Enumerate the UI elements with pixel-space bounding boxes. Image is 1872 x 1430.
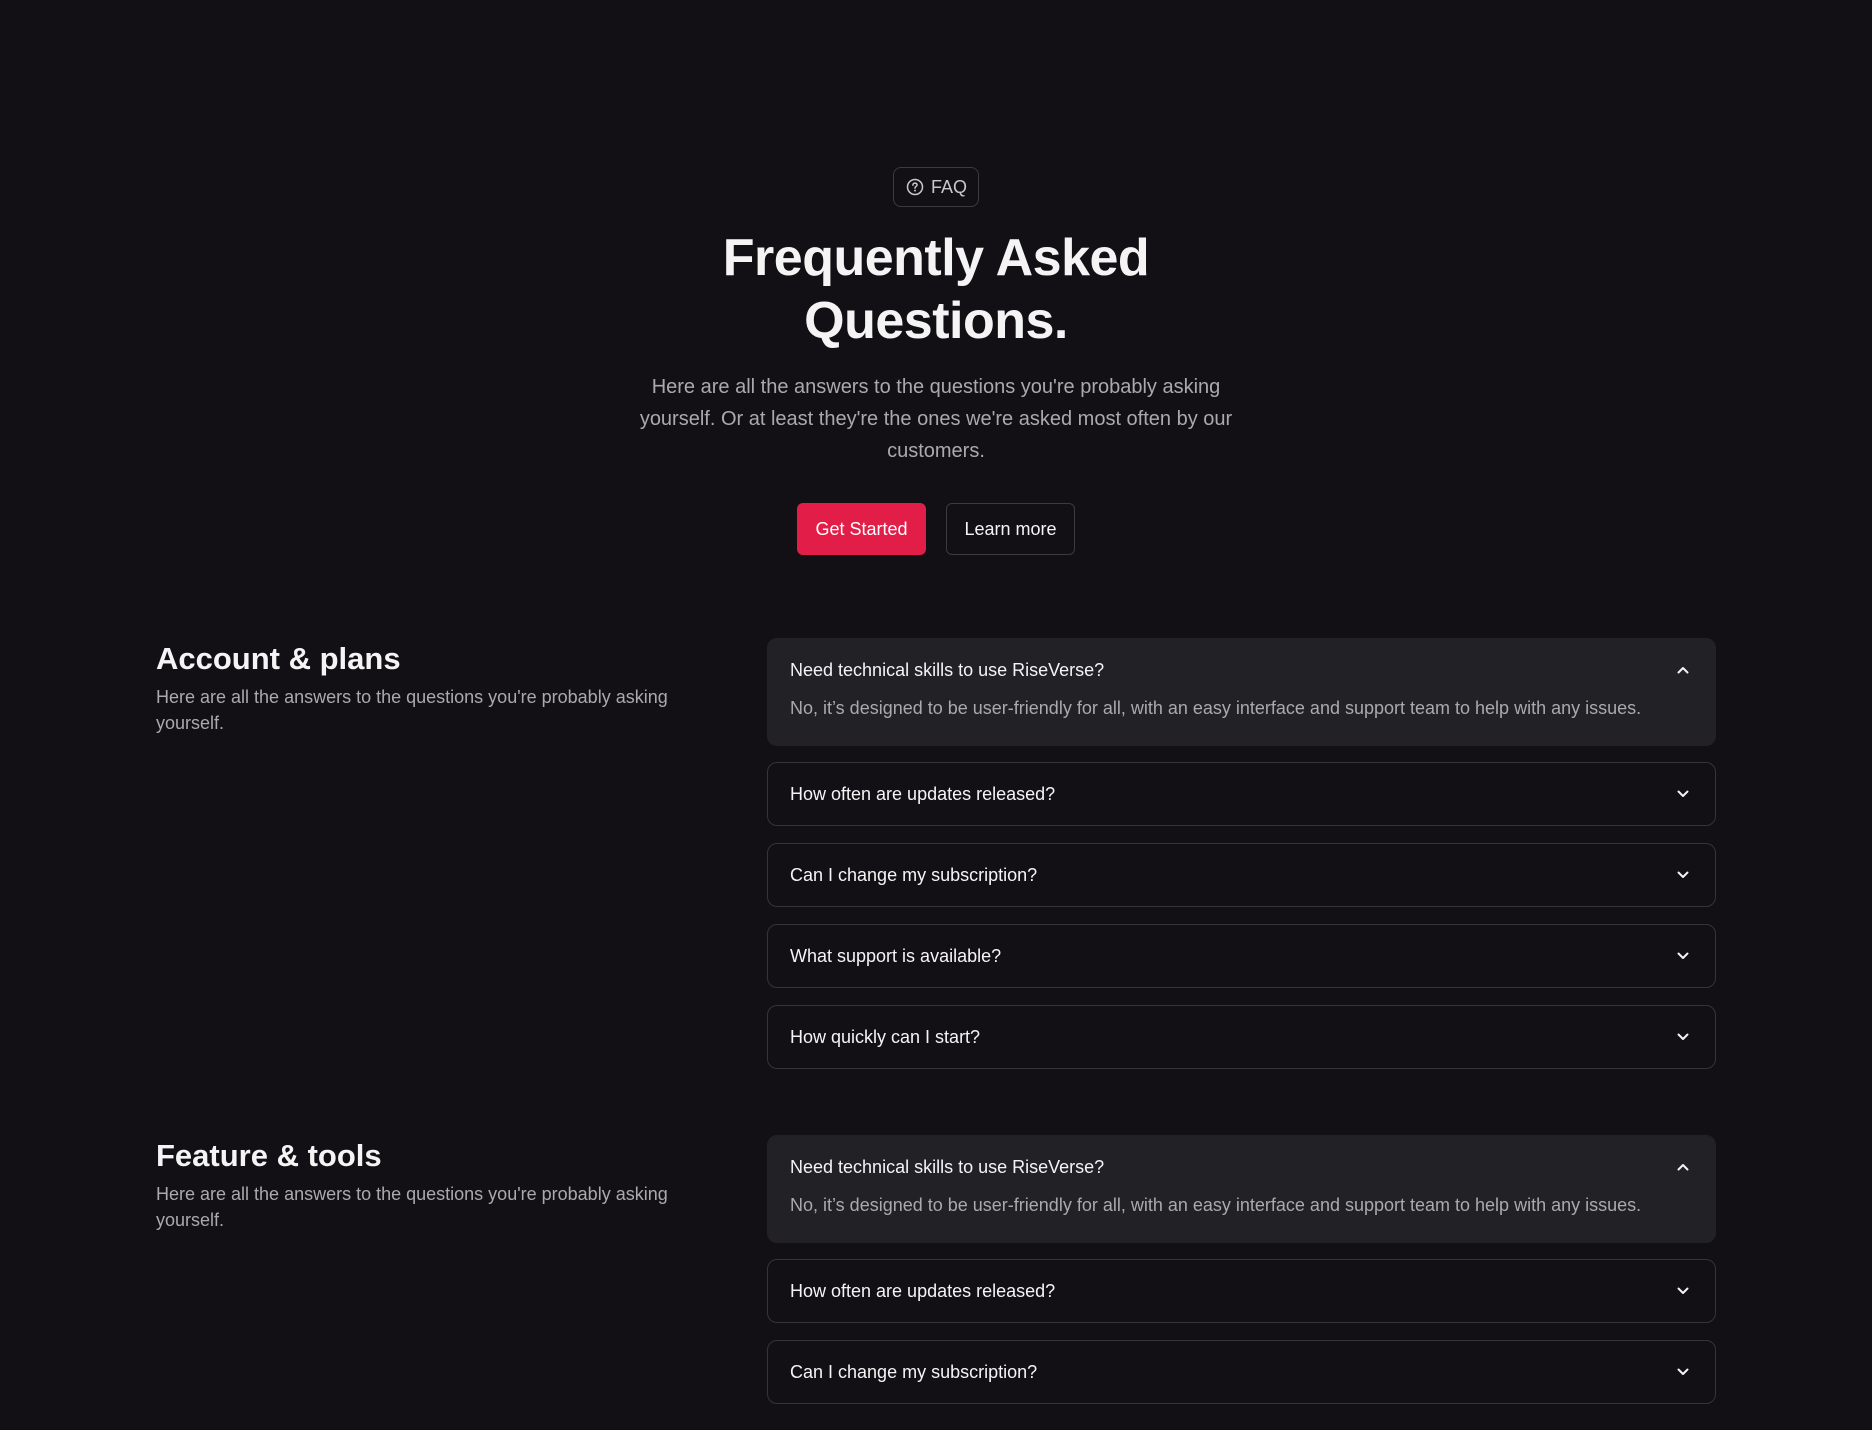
page-title: Frequently Asked Questions. [722, 229, 1150, 350]
faq-question: Need technical skills to use RiseVerse? [790, 1156, 1105, 1177]
faq-answer: No, it’s designed to be user-friendly fo… [790, 1195, 1642, 1215]
faq-question-toggle[interactable]: Can I change my subscription? [768, 844, 1715, 906]
section-title: Feature & tools [156, 1138, 382, 1173]
faq-question-toggle[interactable]: Need technical skills to use RiseVerse? [768, 639, 1715, 701]
faq-question: How quickly can I start? [790, 1026, 981, 1047]
faq-answer: No, it’s designed to be user-friendly fo… [790, 698, 1642, 718]
section-title: Account & plans [156, 641, 401, 676]
section-description: Here are all the answers to the question… [156, 687, 668, 733]
faq-question-toggle[interactable]: Need technical skills to use RiseVerse? [768, 1136, 1715, 1198]
chevron-up-icon[interactable] [1673, 1157, 1693, 1177]
chevron-down-icon[interactable] [1673, 1362, 1693, 1382]
faq-item[interactable]: How often are updates released? [767, 1259, 1716, 1323]
faq-list: Need technical skills to use RiseVerse? … [767, 1135, 1716, 1421]
faq-badge: FAQ [892, 167, 979, 207]
hero-buttons: Get Started Learn more [797, 503, 1075, 555]
faq-item[interactable]: Can I change my subscription? [767, 1340, 1716, 1404]
chevron-down-icon[interactable] [1673, 946, 1693, 966]
faq-item[interactable]: Can I change my subscription? [767, 843, 1716, 907]
faq-question: Can I change my subscription? [790, 864, 1038, 885]
faq-item[interactable]: What support is available? [767, 924, 1716, 988]
faq-question: How often are updates released? [790, 1280, 1056, 1301]
section-description: Here are all the answers to the question… [156, 1184, 668, 1230]
chevron-down-icon[interactable] [1673, 784, 1693, 804]
faq-question-toggle[interactable]: How quickly can I start? [768, 1006, 1715, 1068]
chevron-up-icon[interactable] [1673, 660, 1693, 680]
faq-question: What support is available? [790, 945, 1002, 966]
faq-question: Can I change my subscription? [790, 1361, 1038, 1382]
page-description: Here are all the answers to the question… [639, 376, 1233, 462]
faq-item[interactable]: How often are updates released? [767, 762, 1716, 826]
faq-question-toggle[interactable]: What support is available? [768, 925, 1715, 987]
chevron-down-icon[interactable] [1673, 1281, 1693, 1301]
hero: FAQ Frequently Asked Questions. Here are… [0, 167, 1872, 555]
get-started-button[interactable]: Get Started [797, 503, 926, 555]
faq-question-toggle[interactable]: How often are updates released? [768, 1260, 1715, 1322]
faq-list: Need technical skills to use RiseVerse? … [767, 638, 1716, 1086]
faq-question-toggle[interactable]: Can I change my subscription? [768, 1341, 1715, 1403]
faq-question: How often are updates released? [790, 783, 1056, 804]
section-info: Account & plans Here are all the answers… [156, 640, 716, 736]
faq-question-toggle[interactable]: How often are updates released? [768, 763, 1715, 825]
faq-badge-label: FAQ [930, 176, 967, 197]
faq-item[interactable]: Need technical skills to use RiseVerse? … [767, 638, 1716, 746]
chevron-down-icon[interactable] [1673, 865, 1693, 885]
learn-more-button[interactable]: Learn more [946, 503, 1075, 555]
faq-item[interactable]: Need technical skills to use RiseVerse? … [767, 1135, 1716, 1243]
section-info: Feature & tools Here are all the answers… [156, 1137, 716, 1233]
faq-item[interactable]: How quickly can I start? [767, 1005, 1716, 1069]
faq-question: Need technical skills to use RiseVerse? [790, 659, 1105, 680]
chevron-down-icon[interactable] [1673, 1027, 1693, 1047]
help-circle-icon [906, 178, 924, 196]
